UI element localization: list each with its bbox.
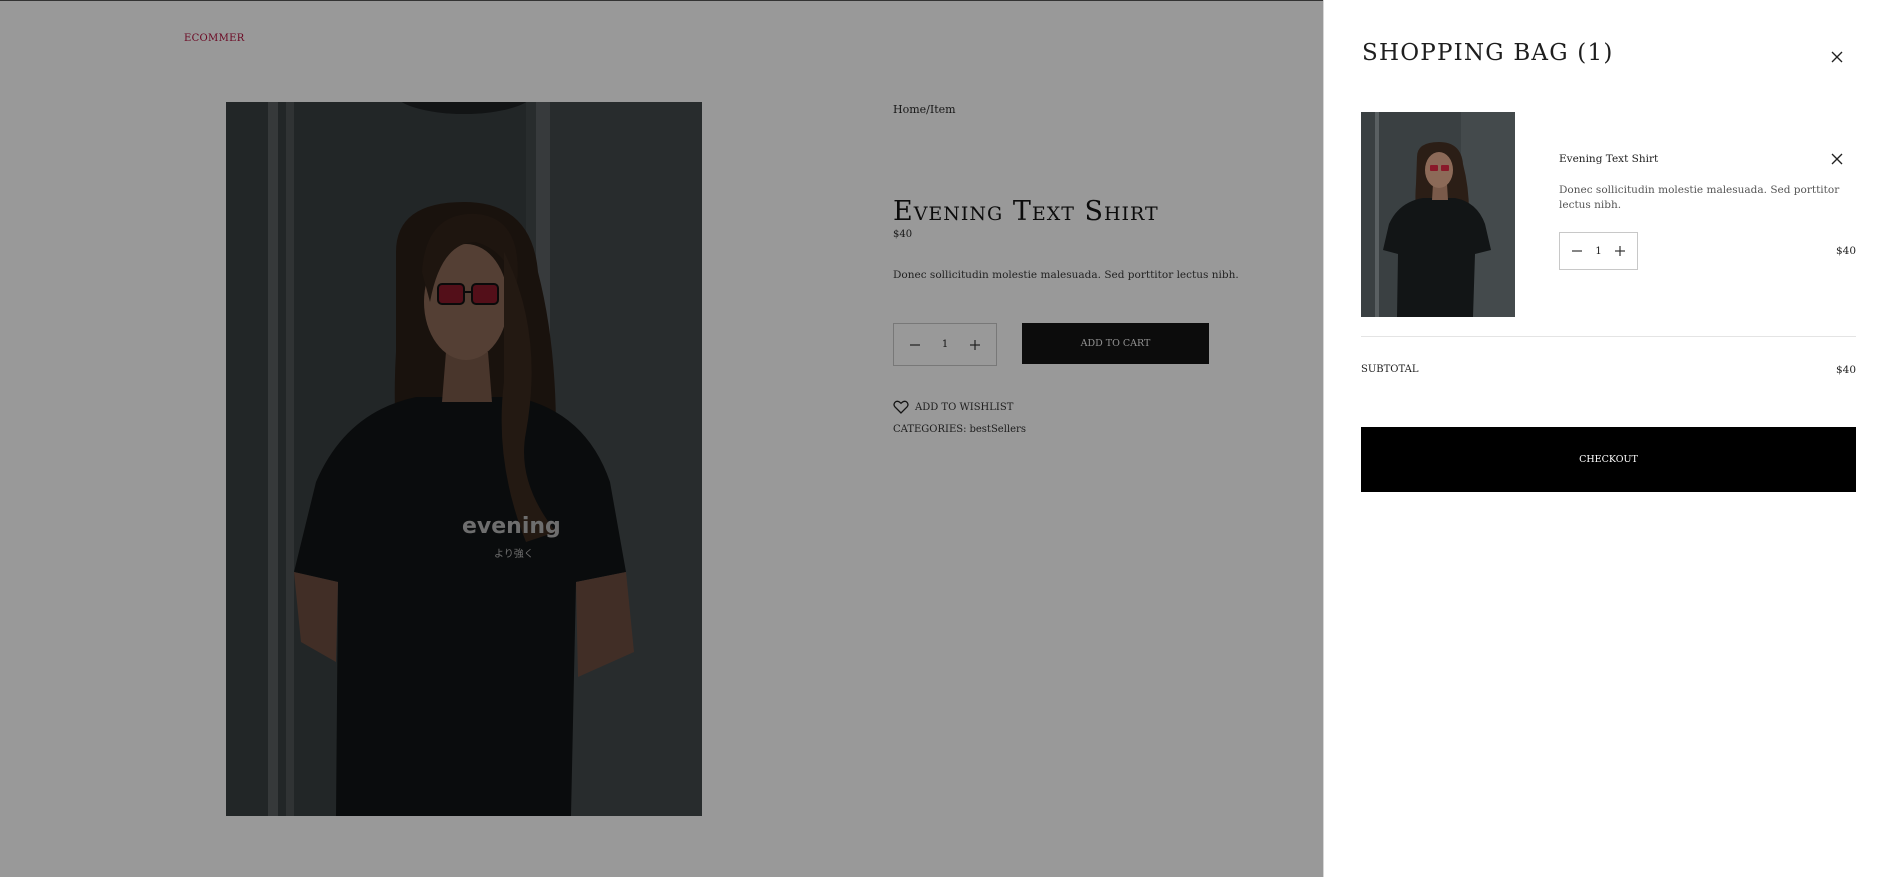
remove-item-icon[interactable] [1828, 150, 1846, 168]
cart-item-thumbnail[interactable] [1361, 112, 1515, 317]
subtotal-label: SUBTOTAL [1361, 364, 1419, 375]
cart-quantity-stepper: 1 [1559, 232, 1638, 270]
subtotal-value: $40 [1835, 364, 1856, 376]
cart-divider [1361, 336, 1856, 337]
close-icon[interactable] [1828, 48, 1846, 66]
cart-quantity-value[interactable]: 1 [1592, 246, 1606, 257]
modal-overlay[interactable] [0, 0, 1323, 877]
checkout-button[interactable]: CHECKOUT [1361, 427, 1856, 492]
plus-icon[interactable] [1609, 240, 1631, 262]
minus-icon[interactable] [1566, 240, 1588, 262]
cart-title: SHOPPING BAG (1) [1362, 40, 1614, 66]
cart-item-price: $40 [1835, 245, 1856, 257]
cart-item-name[interactable]: Evening Text Shirt [1559, 153, 1658, 165]
cart-item-description: Donec sollicitudin molestie malesuada. S… [1559, 184, 1840, 211]
